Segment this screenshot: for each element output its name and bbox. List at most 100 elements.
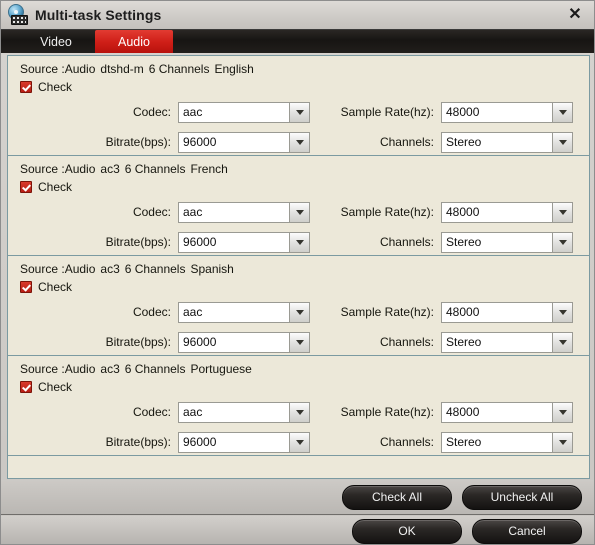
source-codec: ac3 [100, 162, 120, 176]
source-channels: 6 Channels [124, 362, 186, 376]
sample-rate-select[interactable]: 48000 [441, 301, 573, 323]
field-row-codec-samplerate: Codec: aac Sample Rate(hz): 48000 [18, 299, 579, 325]
source-codec: ac3 [100, 362, 120, 376]
track-check-row[interactable]: Check [18, 280, 579, 294]
channels-label: Channels: [379, 235, 434, 249]
channels-label: Channels: [379, 435, 434, 449]
sample-rate-value: 48000 [442, 202, 552, 222]
chevron-down-icon[interactable] [289, 232, 309, 252]
codec-label: Codec: [132, 105, 171, 119]
track-fields: Codec: aac Sample Rate(hz): 48000 Bitrat… [18, 399, 579, 455]
chevron-down-icon[interactable] [552, 402, 572, 422]
titlebar: Multi-task Settings ✕ [1, 1, 594, 29]
sample-rate-cell: Sample Rate(hz): 48000 [310, 201, 576, 223]
sample-rate-select[interactable]: 48000 [441, 401, 573, 423]
sample-rate-select[interactable]: 48000 [441, 201, 573, 223]
chevron-down-icon[interactable] [552, 332, 572, 352]
chevron-down-icon[interactable] [552, 302, 572, 322]
ok-button[interactable]: OK [352, 518, 462, 544]
chevron-down-icon[interactable] [552, 232, 572, 252]
cancel-button[interactable]: Cancel [472, 518, 582, 544]
chevron-down-icon[interactable] [289, 302, 309, 322]
sample-rate-value: 48000 [442, 402, 552, 422]
bitrate-select[interactable]: 96000 [178, 131, 310, 153]
source-description: Source :Audio ac3 6 Channels Spanish [18, 262, 579, 276]
close-icon[interactable]: ✕ [564, 5, 586, 25]
audio-track-panel: Source :Audio dtshd-m 6 Channels English Ch… [8, 56, 589, 156]
tab-video[interactable]: Video [17, 30, 95, 53]
sample-rate-select[interactable]: 48000 [441, 101, 573, 123]
bitrate-select[interactable]: 96000 [178, 331, 310, 353]
codec-value: aac [179, 402, 289, 422]
source-prefix: Source :Audio [20, 262, 96, 276]
window-title: Multi-task Settings [35, 7, 162, 23]
channels-select[interactable]: Stereo [441, 331, 573, 353]
track-checkbox[interactable] [20, 381, 32, 393]
channels-select[interactable]: Stereo [441, 131, 573, 153]
channels-value: Stereo [442, 232, 552, 252]
bitrate-cell: Bitrate(bps): 96000 [18, 131, 310, 153]
bitrate-value: 96000 [179, 232, 289, 252]
track-checkbox[interactable] [20, 281, 32, 293]
chevron-down-icon[interactable] [552, 432, 572, 452]
multi-task-settings-window: Multi-task Settings ✕ Video Audio Source… [0, 0, 595, 545]
codec-select[interactable]: aac [178, 301, 310, 323]
track-check-label: Check [38, 180, 73, 194]
codec-label: Codec: [132, 405, 171, 419]
sample-rate-cell: Sample Rate(hz): 48000 [310, 401, 576, 423]
codec-label: Codec: [132, 305, 171, 319]
sample-rate-value: 48000 [442, 102, 552, 122]
dialog-actions-bar: OK Cancel [1, 516, 594, 544]
bitrate-value: 96000 [179, 332, 289, 352]
field-row-codec-samplerate: Codec: aac Sample Rate(hz): 48000 [18, 399, 579, 425]
chevron-down-icon[interactable] [552, 102, 572, 122]
codec-select[interactable]: aac [178, 101, 310, 123]
chevron-down-icon[interactable] [552, 202, 572, 222]
track-checkbox[interactable] [20, 81, 32, 93]
uncheck-all-button[interactable]: Uncheck All [462, 484, 582, 510]
chevron-down-icon[interactable] [289, 102, 309, 122]
source-description: Source :Audio ac3 6 Channels Portuguese [18, 362, 579, 376]
field-row-bitrate-channels: Bitrate(bps): 96000 Channels: Stereo [18, 129, 579, 155]
chevron-down-icon[interactable] [552, 132, 572, 152]
codec-value: aac [179, 102, 289, 122]
codec-select[interactable]: aac [178, 401, 310, 423]
bitrate-select[interactable]: 96000 [178, 231, 310, 253]
channels-label: Channels: [379, 135, 434, 149]
bitrate-select[interactable]: 96000 [178, 431, 310, 453]
source-language: English [214, 62, 254, 76]
chevron-down-icon[interactable] [289, 402, 309, 422]
track-check-label: Check [38, 80, 73, 94]
channels-cell: Channels: Stereo [310, 431, 576, 453]
codec-cell: Codec: aac [18, 401, 310, 423]
track-check-row[interactable]: Check [18, 380, 579, 394]
source-description: Source :Audio ac3 6 Channels French [18, 162, 579, 176]
source-channels: 6 Channels [124, 162, 186, 176]
channels-select[interactable]: Stereo [441, 231, 573, 253]
chevron-down-icon[interactable] [289, 132, 309, 152]
channels-cell: Channels: Stereo [310, 231, 576, 253]
tab-audio[interactable]: Audio [95, 30, 173, 53]
tab-bar: Video Audio [1, 29, 594, 53]
bitrate-value: 96000 [179, 132, 289, 152]
track-check-label: Check [38, 280, 73, 294]
track-checkbox[interactable] [20, 181, 32, 193]
track-check-row[interactable]: Check [18, 80, 579, 94]
track-check-label: Check [38, 380, 73, 394]
source-prefix: Source :Audio [20, 362, 96, 376]
chevron-down-icon[interactable] [289, 432, 309, 452]
codec-cell: Codec: aac [18, 301, 310, 323]
sample-rate-label: Sample Rate(hz): [340, 305, 434, 319]
track-fields: Codec: aac Sample Rate(hz): 48000 Bitrat… [18, 299, 579, 355]
codec-label: Codec: [132, 205, 171, 219]
source-codec: dtshd-m [100, 62, 144, 76]
codec-select[interactable]: aac [178, 201, 310, 223]
channels-value: Stereo [442, 132, 552, 152]
chevron-down-icon[interactable] [289, 332, 309, 352]
chevron-down-icon[interactable] [289, 202, 309, 222]
bitrate-label: Bitrate(bps): [105, 335, 171, 349]
track-check-row[interactable]: Check [18, 180, 579, 194]
channels-select[interactable]: Stereo [441, 431, 573, 453]
check-all-button[interactable]: Check All [342, 484, 452, 510]
sample-rate-cell: Sample Rate(hz): 48000 [310, 101, 576, 123]
